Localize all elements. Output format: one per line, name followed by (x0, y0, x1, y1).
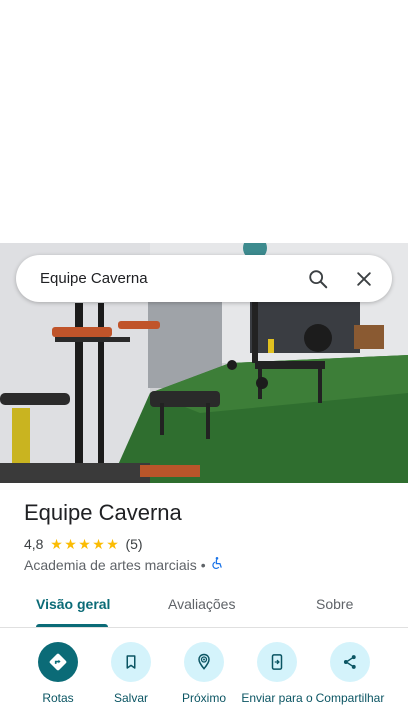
send-to-phone-label: Enviar para o (241, 691, 313, 705)
send-to-phone-button[interactable]: Enviar para o (237, 642, 317, 706)
directions-label: Rotas (42, 691, 74, 705)
star-icon: ★ (92, 536, 105, 552)
share-label: Compartilhar (315, 691, 385, 705)
star-icon: ★ (64, 536, 77, 552)
rating-stars: ★ ★ ★ ★ ★ (49, 537, 119, 551)
category-row: Academia de artes marciais • (24, 556, 224, 573)
active-tab-indicator (36, 624, 108, 627)
reviews-count: (5) (125, 536, 143, 552)
tab-reviews[interactable]: Avaliações (168, 596, 235, 612)
share-button[interactable]: Compartilhar (310, 642, 390, 706)
star-icon: ★ (50, 536, 63, 552)
rating-row[interactable]: 4,8 ★ ★ ★ ★ ★ (5) (24, 536, 143, 552)
action-buttons: Rotas Salvar Próximo Enviar para o Compa… (0, 640, 408, 726)
rating-value: 4,8 (24, 536, 44, 552)
close-icon[interactable] (344, 259, 384, 299)
star-icon: ★ (106, 536, 119, 552)
directions-button[interactable]: Rotas (18, 642, 98, 706)
wheelchair-accessible-icon (210, 556, 224, 573)
save-label: Salvar (113, 691, 148, 705)
place-title: Equipe Caverna (24, 500, 182, 525)
save-button[interactable]: Salvar (91, 642, 171, 706)
nearby-button[interactable]: Próximo (164, 642, 244, 706)
tab-overview[interactable]: Visão geral (36, 596, 110, 612)
search-icon[interactable] (298, 259, 338, 299)
nearby-icon[interactable] (184, 642, 224, 682)
share-icon[interactable] (330, 642, 370, 682)
tab-about[interactable]: Sobre (316, 596, 353, 612)
separator-dot: • (200, 556, 206, 573)
star-icon: ★ (78, 536, 91, 552)
map-blank-area (0, 0, 408, 243)
place-category: Academia de artes marciais (24, 556, 197, 573)
bookmark-icon[interactable] (111, 642, 151, 682)
directions-icon[interactable] (38, 642, 78, 682)
send-to-phone-icon[interactable] (257, 642, 297, 682)
place-tabs: Visão geral Avaliações Sobre (0, 584, 408, 628)
nearby-label: Próximo (181, 691, 226, 705)
search-bar[interactable]: Equipe Caverna (16, 255, 392, 302)
search-query-text[interactable]: Equipe Caverna (40, 270, 298, 287)
